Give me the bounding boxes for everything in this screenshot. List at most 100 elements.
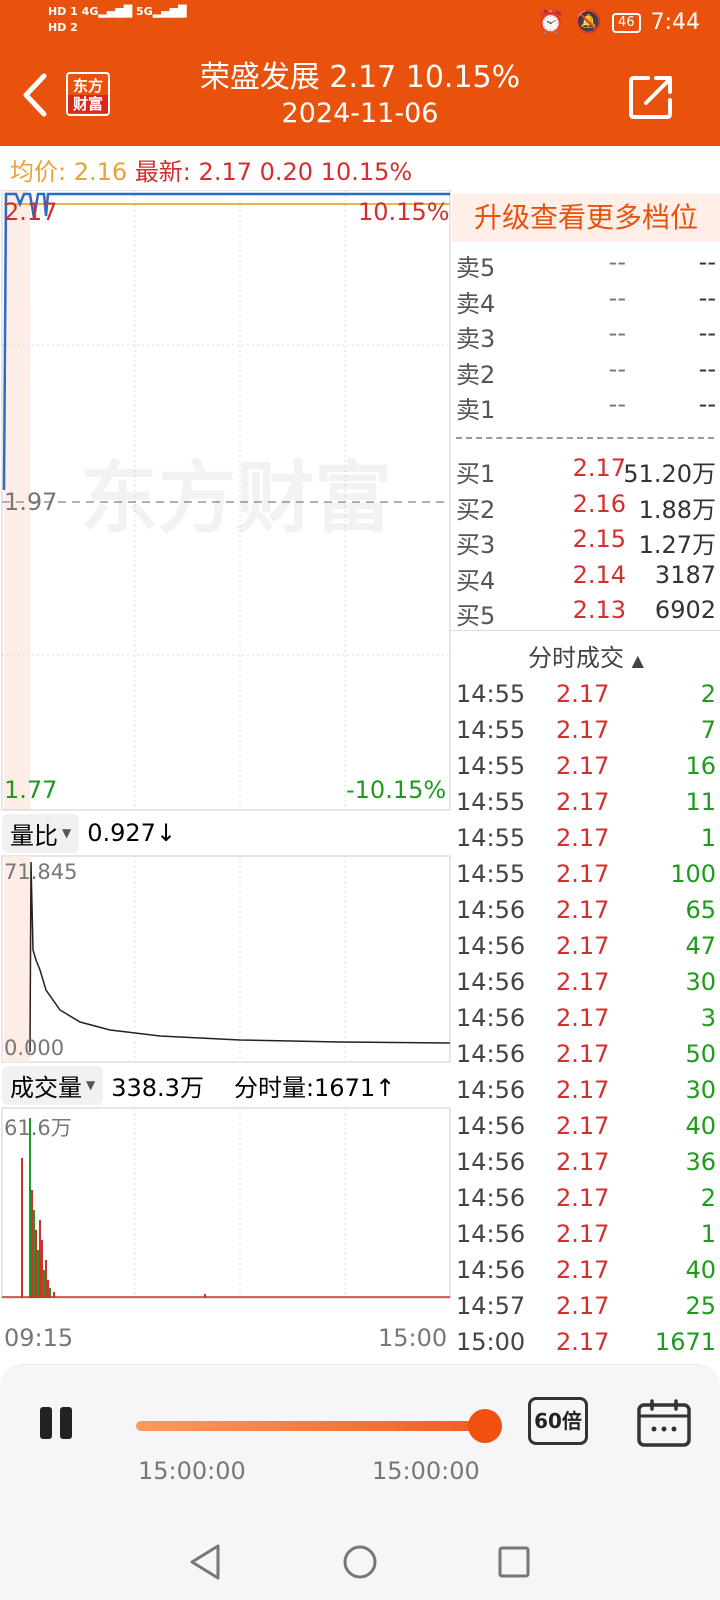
- trade-price: 2.17: [556, 896, 610, 924]
- mute-icon: 🔕: [574, 10, 603, 35]
- battery-icon: 46: [612, 12, 641, 33]
- trade-row: 14:56 2.17 40: [452, 1112, 720, 1148]
- trade-time: 14:55: [456, 716, 526, 744]
- trade-time: 14:56: [456, 896, 526, 924]
- trade-price: 2.17: [556, 968, 610, 996]
- playback-slider[interactable]: [136, 1409, 502, 1443]
- trade-price: 2.17: [556, 1148, 610, 1176]
- ratio-dropdown-label: 量比: [10, 821, 58, 850]
- nav-home-button[interactable]: [338, 1540, 382, 1584]
- bid-price: 2.16: [572, 489, 626, 518]
- clock: 7:44: [650, 10, 700, 35]
- trade-row: 14:56 2.17 30: [452, 968, 720, 1004]
- volume-bars: [21, 1118, 206, 1298]
- trade-time: 14:55: [456, 680, 526, 708]
- calendar-button[interactable]: [636, 1399, 692, 1449]
- nav-back-button[interactable]: [184, 1540, 228, 1584]
- speed-button[interactable]: 60倍: [528, 1397, 588, 1445]
- trade-time: 14:56: [456, 1112, 526, 1140]
- trade-time: 14:55: [456, 788, 526, 816]
- trade-price: 2.17: [556, 932, 610, 960]
- trade-row: 14:55 2.17 7: [452, 716, 720, 752]
- ask-row[interactable]: 卖4 -- --: [452, 284, 720, 320]
- bid-volume: 3187: [654, 560, 716, 589]
- pause-button[interactable]: [38, 1407, 74, 1443]
- status-left: HD 1 4G▂▄▆█ 5G▂▄▆█ HD 2: [48, 5, 187, 34]
- trade-volume: 30: [685, 1076, 716, 1104]
- avg-price-label: 均价:: [10, 158, 67, 186]
- ask-price: --: [608, 354, 626, 383]
- circle-home-icon: [343, 1545, 377, 1579]
- ratio-toolbar: 量比 ▼ 0.927↓: [2, 810, 450, 856]
- trade-price: 2.17: [556, 1076, 610, 1104]
- bid-row[interactable]: 买5 2.13 6902: [452, 596, 720, 632]
- ask-volume: --: [698, 390, 716, 418]
- trades-header-label: 分时成交: [528, 644, 625, 672]
- ask-row[interactable]: 卖5 -- --: [452, 248, 720, 284]
- ask-price: --: [608, 319, 626, 347]
- trade-row: 14:55 2.17 1: [452, 824, 720, 860]
- volume-toolbar: 成交量 ▼ 338.3万 分时量:1671↑: [2, 1062, 450, 1108]
- bid-label: 买3: [456, 531, 496, 559]
- trade-price: 2.17: [556, 1220, 610, 1248]
- slider-track: [136, 1421, 492, 1431]
- volume-max-label: 61.6万: [4, 1116, 72, 1140]
- trade-row: 14:55 2.17 16: [452, 752, 720, 788]
- external-link-icon: [629, 76, 672, 119]
- ratio-max-label: 71.845: [4, 860, 78, 884]
- ask-price: --: [608, 283, 626, 312]
- trade-volume: 1671: [654, 1328, 716, 1356]
- hd2-indicator: HD 2: [48, 21, 78, 34]
- latest-price-label: 最新:: [134, 158, 191, 186]
- volume-dropdown[interactable]: 成交量 ▼: [2, 1065, 104, 1105]
- order-book-separator: [456, 437, 714, 439]
- playback-bar: 15:00:00 15:00:00 60倍: [0, 1364, 720, 1524]
- bid-volume: 6902: [654, 596, 716, 624]
- bid-row[interactable]: 买4 2.14 3187: [452, 561, 720, 597]
- share-button[interactable]: [626, 72, 676, 122]
- alarm-icon: ⏰: [537, 10, 565, 35]
- volume-grid: [134, 1108, 346, 1298]
- bid-row[interactable]: 买3 2.15 1.27万: [452, 525, 720, 561]
- trade-row: 14:55 2.17 2: [452, 680, 720, 716]
- ask-volume: --: [698, 354, 716, 383]
- time-axis-end: 15:00: [378, 1324, 448, 1352]
- pct-axis-top: 10.15%: [358, 198, 450, 226]
- trade-row: 14:56 2.17 65: [452, 896, 720, 932]
- trade-time: 15:00: [456, 1328, 526, 1356]
- trade-row: 14:56 2.17 1: [452, 1220, 720, 1256]
- intraday-chart[interactable]: 东方财富: [0, 190, 452, 1340]
- trade-row: 14:57 2.17 25: [452, 1292, 720, 1328]
- ask-row[interactable]: 卖1 -- --: [452, 390, 720, 426]
- trade-time: 14:56: [456, 1148, 526, 1176]
- ask-row[interactable]: 卖2 -- --: [452, 355, 720, 391]
- price-axis-top: 2.17: [4, 198, 58, 226]
- ask-label: 卖4: [456, 289, 496, 318]
- trade-volume: 2: [700, 680, 716, 708]
- bid-row[interactable]: 买1 2.17 51.20万: [452, 454, 720, 490]
- triangle-back-icon: [190, 1544, 220, 1580]
- trade-price: 2.17: [556, 1040, 610, 1068]
- trade-price: 2.17: [556, 1292, 610, 1320]
- upgrade-depth-button[interactable]: 升级查看更多档位: [452, 194, 720, 242]
- pct-axis-bottom: -10.15%: [346, 776, 447, 804]
- hd1-indicator: HD 1: [48, 5, 78, 18]
- trade-time: 14:55: [456, 824, 526, 852]
- price-change-pct: 10.15%: [320, 158, 413, 186]
- trade-price: 2.17: [556, 1112, 610, 1140]
- trade-row: 14:56 2.17 2: [452, 1184, 720, 1220]
- ask-row[interactable]: 卖3 -- --: [452, 319, 720, 355]
- playback-time-left: 15:00:00: [138, 1457, 246, 1485]
- ratio-dropdown[interactable]: 量比 ▼: [2, 813, 80, 853]
- bid-row[interactable]: 买2 2.16 1.88万: [452, 490, 720, 526]
- nav-recents-button[interactable]: [492, 1540, 536, 1584]
- trade-time: 14:56: [456, 1184, 526, 1212]
- ask-volume: --: [698, 283, 716, 312]
- trade-row: 14:55 2.17 100: [452, 860, 720, 896]
- volume-total: 338.3万: [111, 1073, 204, 1102]
- trade-row: 15:00 2.17 1671: [452, 1328, 720, 1364]
- slider-thumb[interactable]: [468, 1409, 502, 1443]
- trades-header[interactable]: 分时成交 ▲: [452, 638, 720, 673]
- trade-price: 2.17: [556, 1184, 610, 1212]
- minute-volume: 分时量:1671↑: [233, 1073, 396, 1102]
